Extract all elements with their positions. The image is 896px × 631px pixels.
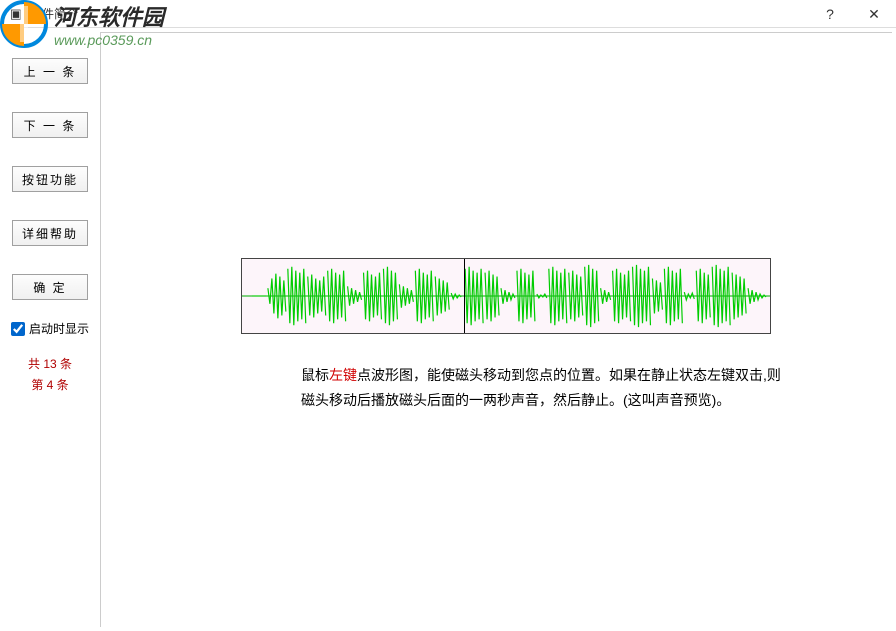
current-index: 第 4 条 [31, 376, 68, 393]
ok-button[interactable]: 确 定 [12, 274, 88, 300]
help-highlight: 左键 [329, 367, 357, 383]
help-text: 鼠标左键点波形图，能使磁头移动到您点的位置。如果在静止状态左键双击,则 磁头移动… [301, 363, 801, 413]
next-button[interactable]: 下 一 条 [12, 112, 88, 138]
sidebar: 上 一 条 下 一 条 按钮功能 详细帮助 确 定 启动时显示 共 13 条 第… [0, 28, 100, 631]
window-title: 软件简介 [30, 5, 78, 22]
total-count: 共 13 条 [28, 355, 72, 372]
titlebar: ▣ 软件简介 ? ✕ [0, 0, 896, 28]
show-on-start-label: 启动时显示 [29, 320, 89, 337]
button-function-button[interactable]: 按钮功能 [12, 166, 88, 192]
detail-help-button[interactable]: 详细帮助 [12, 220, 88, 246]
show-on-start-checkbox[interactable] [11, 322, 25, 336]
help-button[interactable]: ? [808, 0, 852, 28]
app-icon: ▣ [8, 6, 24, 22]
prev-button[interactable]: 上 一 条 [12, 58, 88, 84]
playhead[interactable] [464, 259, 465, 333]
show-on-start-row[interactable]: 启动时显示 [11, 320, 89, 337]
help-prefix: 鼠标 [301, 367, 329, 383]
waveform-display[interactable] [241, 258, 771, 334]
window-controls: ? ✕ [808, 0, 896, 28]
close-button[interactable]: ✕ [852, 0, 896, 28]
help-line1: 点波形图，能使磁头移动到您点的位置。如果在静止状态左键双击,则 [357, 367, 781, 383]
help-line2: 磁头移动后播放磁头后面的一两秒声音，然后静止。(这叫声音预览)。 [301, 392, 730, 408]
main-panel: 鼠标左键点波形图，能使磁头移动到您点的位置。如果在静止状态左键双击,则 磁头移动… [100, 32, 892, 627]
